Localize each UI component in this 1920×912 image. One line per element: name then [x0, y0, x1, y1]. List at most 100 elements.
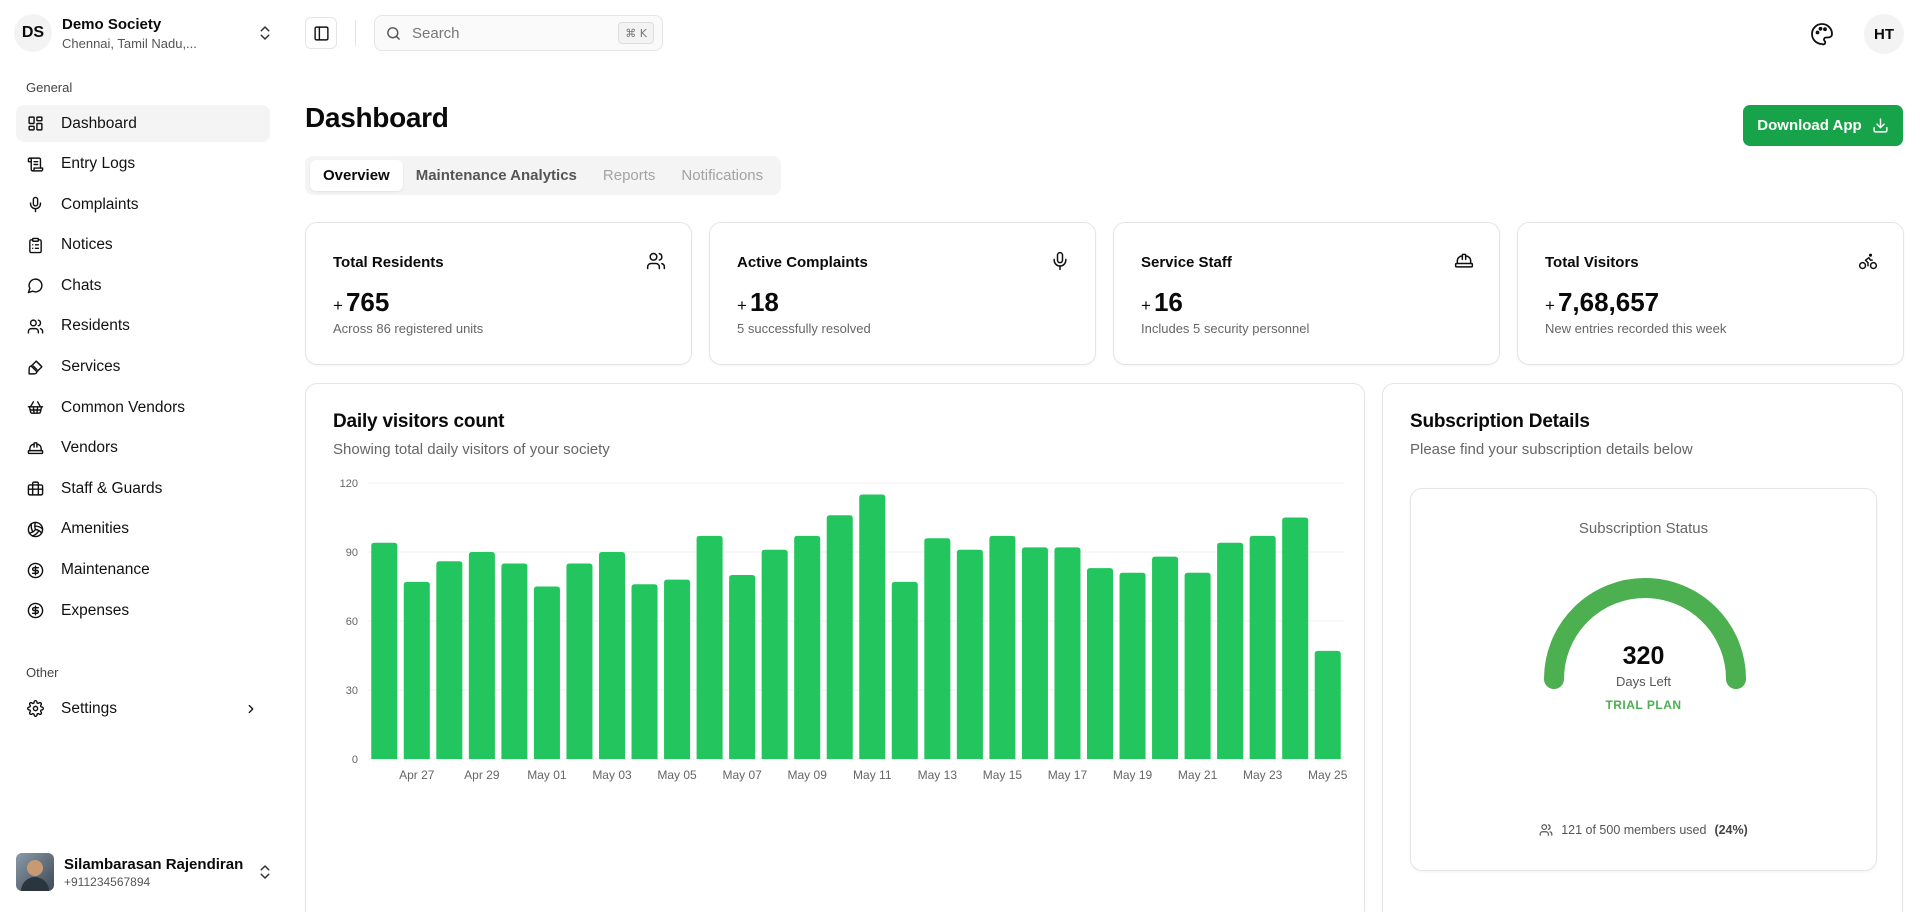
- user-name: Silambarasan Rajendiran: [64, 855, 244, 873]
- subscription-card: Subscription Details Please find your su…: [1382, 383, 1903, 912]
- sidebar-item-common-vendors[interactable]: Common Vendors: [16, 389, 270, 426]
- sidebar-item-staff-and-guards[interactable]: Staff & Guards: [16, 470, 270, 507]
- search-input[interactable]: [412, 24, 592, 42]
- sidebar-item-label: Entry Logs: [61, 155, 136, 173]
- brush-icon: [26, 358, 44, 376]
- tab-overview[interactable]: Overview: [310, 160, 403, 191]
- chart-bar[interactable]: [664, 579, 691, 759]
- mic-icon: [1053, 251, 1067, 271]
- briefcase-icon: [26, 480, 44, 498]
- chart-bar[interactable]: [859, 494, 886, 760]
- chart-bar[interactable]: [1314, 650, 1341, 759]
- chart-bar[interactable]: [631, 584, 658, 759]
- bike-icon: [1858, 253, 1878, 270]
- chart-bar[interactable]: [1152, 556, 1179, 759]
- chart-bar[interactable]: [436, 561, 463, 759]
- chart-x-tick-label: May 17: [1048, 768, 1088, 782]
- dollar-circle-icon: [26, 602, 44, 620]
- chart-bar[interactable]: [729, 575, 756, 759]
- chart-bar[interactable]: [371, 542, 398, 759]
- chart-x-tick-label: May 21: [1178, 768, 1218, 782]
- sidebar-item-dashboard[interactable]: Dashboard: [16, 105, 270, 142]
- stat-value: +765: [333, 287, 390, 317]
- sidebar-item-label: Services: [61, 358, 121, 376]
- chart-y-tick-label: 0: [352, 754, 358, 766]
- chart-bar[interactable]: [598, 552, 626, 759]
- sidebar-item-vendors[interactable]: Vendors: [16, 430, 270, 467]
- org-avatar: DS: [14, 14, 52, 52]
- download-app-button[interactable]: Download App: [1743, 105, 1903, 146]
- subscription-status-label: Subscription Status: [1578, 520, 1709, 537]
- org-info: Demo Society Chennai, Tamil Nadu,...: [62, 16, 256, 51]
- clipboard-icon: [26, 236, 44, 254]
- sidebar-item-amenities[interactable]: Amenities: [16, 511, 270, 548]
- chart-bar[interactable]: [533, 586, 560, 760]
- chart-bar[interactable]: [1249, 535, 1276, 759]
- chart-bar[interactable]: [501, 563, 528, 760]
- chart-bar[interactable]: [794, 535, 821, 759]
- chevron-right-icon: [248, 704, 254, 713]
- dollar-circle-icon: [26, 561, 44, 579]
- chart-x-tick-label: May 25: [1308, 768, 1348, 782]
- sidebar-item-label: Chats: [61, 276, 102, 294]
- chart-bar[interactable]: [989, 535, 1016, 759]
- chart-bar[interactable]: [761, 549, 788, 759]
- chart-bar[interactable]: [891, 581, 918, 759]
- stat-value: +7,68,657: [1545, 287, 1660, 317]
- scroll-icon: [26, 155, 44, 173]
- chart-x-tick-label: May 19: [1113, 768, 1153, 782]
- chart-bar[interactable]: [1021, 547, 1048, 759]
- search-shortcut-badge: ⌘ K: [618, 22, 654, 44]
- sidebar-item-expenses[interactable]: Expenses: [16, 592, 270, 629]
- chart-bar[interactable]: [826, 515, 853, 759]
- sidebar-item-label: Dashboard: [61, 114, 137, 132]
- chart-bar[interactable]: [924, 538, 951, 759]
- stat-description: 5 successfully resolved: [737, 321, 871, 336]
- sidebar-item-complaints[interactable]: Complaints: [16, 186, 270, 223]
- chart-x-tick-label: May 01: [527, 768, 567, 782]
- tab-maintenance-analytics[interactable]: Maintenance Analytics: [403, 160, 590, 191]
- chart-bar[interactable]: [1184, 572, 1211, 759]
- chart-bar[interactable]: [403, 581, 430, 759]
- user-menu[interactable]: Silambarasan Rajendiran +911234567894: [16, 852, 274, 892]
- sidebar-item-entry-logs[interactable]: Entry Logs: [16, 146, 270, 183]
- search-box[interactable]: ⌘ K: [374, 15, 663, 51]
- sidebar-toggle-button[interactable]: [305, 17, 337, 49]
- chart-x-tick-label: May 13: [918, 768, 958, 782]
- main-nav: Dashboard Entry Logs Complaints Notices Chat…: [16, 105, 270, 633]
- sidebar-item-notices[interactable]: Notices: [16, 227, 270, 264]
- panel-left-icon: [313, 25, 329, 41]
- tab-reports[interactable]: Reports: [590, 160, 669, 191]
- profile-avatar-button[interactable]: HT: [1864, 14, 1904, 54]
- search-icon: [387, 26, 400, 40]
- chart-bar[interactable]: [1119, 572, 1146, 759]
- chart-bar[interactable]: [1217, 542, 1244, 759]
- nav-group-other: Other: [26, 665, 59, 680]
- sidebar-item-settings[interactable]: Settings: [16, 690, 270, 727]
- chart-x-tick-label: May 11: [853, 768, 892, 782]
- sidebar-item-chats[interactable]: Chats: [16, 267, 270, 304]
- dashboard-tabs: Overview Maintenance Analytics Reports N…: [305, 156, 782, 195]
- sidebar-item-services[interactable]: Services: [16, 349, 270, 386]
- users-icon: [1539, 824, 1553, 836]
- chart-bar[interactable]: [1054, 547, 1081, 759]
- chart-bar[interactable]: [1086, 568, 1114, 759]
- sidebar-item-label: Complaints: [61, 195, 139, 213]
- chart-bar[interactable]: [1282, 517, 1309, 760]
- sidebar-item-maintenance[interactable]: Maintenance: [16, 552, 270, 589]
- daily-visitors-card: Daily visitors count Showing total daily…: [305, 383, 1365, 912]
- chart-bar[interactable]: [468, 552, 495, 759]
- chart-bar[interactable]: [566, 563, 593, 760]
- chart-x-tick-label: May 15: [983, 768, 1023, 782]
- tab-notifications[interactable]: Notifications: [668, 160, 776, 191]
- stat-value: +18: [737, 287, 779, 317]
- palette-icon[interactable]: [1810, 22, 1834, 46]
- chart-bar[interactable]: [956, 549, 983, 759]
- chevrons-up-down-icon: [260, 26, 270, 40]
- sidebar-item-residents[interactable]: Residents: [16, 308, 270, 345]
- download-icon: [1873, 118, 1888, 133]
- org-switcher[interactable]: DS Demo Society Chennai, Tamil Nadu,...: [14, 12, 274, 54]
- chart-y-tick-label: 60: [346, 616, 358, 628]
- chart-bar[interactable]: [696, 535, 723, 759]
- daily-visitors-chart: 0 30 60 90 120 Apr 27 Apr 29 May 01 May 03 May 05…: [340, 478, 1348, 782]
